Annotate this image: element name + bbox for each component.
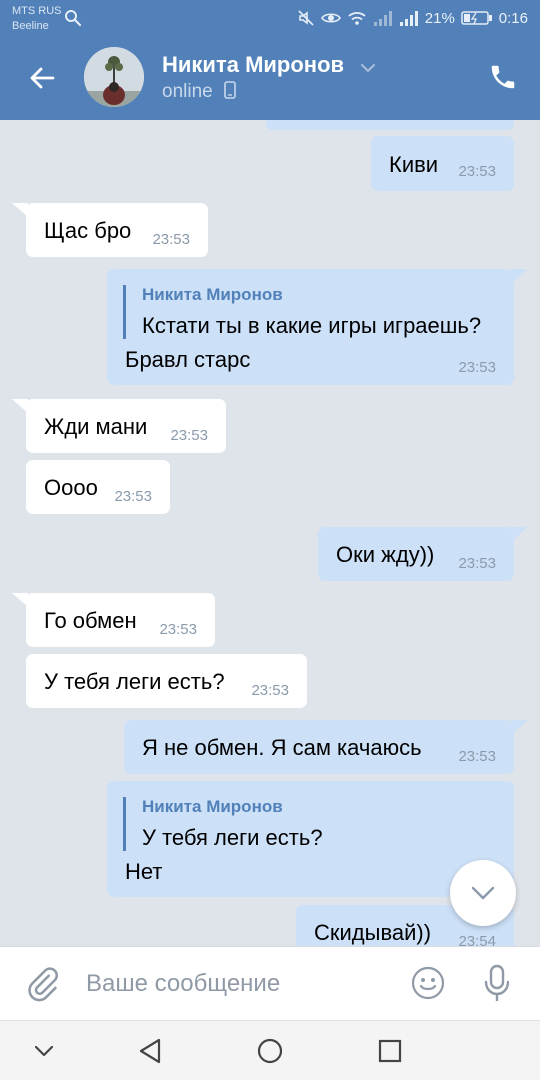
message-text: Щас бро — [44, 218, 132, 243]
chevron-down-icon[interactable] — [360, 60, 376, 78]
chat-header: Никита Миронов online — [0, 38, 540, 120]
message-time: 23:53 — [458, 359, 496, 376]
message-bubble-partial[interactable] — [266, 120, 514, 130]
message-list[interactable]: Киви 23:53 Щас бро 23:53 Никита Миронов … — [0, 120, 540, 946]
avatar[interactable] — [84, 47, 144, 107]
back-button[interactable] — [22, 58, 62, 98]
message-outgoing[interactable]: Я не обмен. Я сам качаюсь 23:53 — [124, 720, 528, 774]
signal-weak-icon — [373, 10, 393, 26]
message-text: Нет — [125, 859, 163, 884]
quote-text: У тебя леги есть? — [142, 825, 323, 850]
system-nav-bar — [0, 1020, 540, 1080]
triangle-back-icon — [139, 1038, 161, 1064]
status-bar: MTS RUS Beeline 21% 0:16 — [0, 0, 540, 38]
square-recents-icon — [378, 1039, 402, 1063]
contact-status: online — [162, 81, 236, 103]
message-time: 23:53 — [251, 682, 289, 699]
contact-status-label: online — [162, 81, 213, 102]
message-time: 23:53 — [159, 621, 197, 638]
message-text: Жди мани — [44, 414, 148, 439]
message-text: Я не обмен. Я сам качаюсь — [142, 735, 422, 760]
scroll-to-bottom-button[interactable] — [450, 860, 516, 926]
mobile-device-icon — [224, 81, 236, 99]
message-time: 23:53 — [152, 231, 190, 248]
message-outgoing[interactable]: Никита Миронов Кстати ты в какие игры иг… — [107, 269, 528, 385]
nav-home-button[interactable] — [254, 1035, 286, 1067]
circle-home-icon — [257, 1038, 283, 1064]
contact-name[interactable]: Никита Миронов — [162, 52, 344, 78]
clock-time: 0:16 — [498, 9, 528, 27]
phone-icon — [491, 65, 515, 89]
chevron-down-icon — [471, 886, 495, 900]
message-incoming[interactable]: Жди мани 23:53 — [12, 399, 226, 453]
message-incoming[interactable]: Го обмен 23:53 — [12, 593, 215, 647]
message-outgoing[interactable]: Киви 23:53 — [371, 136, 514, 191]
message-composer — [0, 946, 540, 1020]
search-icon — [64, 9, 82, 32]
message-time: 23:53 — [458, 555, 496, 572]
mute-icon — [297, 9, 315, 27]
call-button[interactable] — [488, 62, 522, 96]
microphone-icon[interactable] — [482, 963, 512, 1008]
nav-recents-button[interactable] — [374, 1035, 406, 1067]
message-outgoing[interactable]: Оки жду)) 23:53 — [318, 527, 528, 581]
emoji-icon[interactable] — [410, 965, 446, 1006]
back-arrow-icon — [30, 67, 55, 89]
message-text: У тебя леги есть? — [44, 669, 225, 694]
message-text: Киви — [389, 152, 439, 177]
message-time: 23:53 — [458, 163, 496, 180]
message-text: Оооо — [44, 475, 98, 500]
chevron-down-icon — [34, 1045, 54, 1057]
wifi-icon — [347, 10, 367, 26]
reply-quote[interactable]: Никита Миронов Кстати ты в какие игры иг… — [123, 285, 481, 339]
eye-icon — [320, 10, 341, 26]
message-input[interactable] — [86, 967, 386, 1001]
message-time: 23:53 — [458, 748, 496, 765]
nav-hide-button[interactable] — [28, 1035, 60, 1067]
message-incoming[interactable]: У тебя леги есть? 23:53 — [26, 654, 307, 708]
nav-back-button[interactable] — [134, 1035, 166, 1067]
message-text: Скидывай)) — [314, 920, 432, 945]
operator-2: Beeline — [12, 20, 49, 32]
quote-author: Никита Миронов — [142, 285, 283, 304]
battery-percent: 21% — [424, 9, 455, 27]
message-incoming[interactable]: Щас бро 23:53 — [12, 203, 208, 257]
operator-1: MTS RUS — [12, 5, 62, 17]
message-time: 23:54 — [458, 933, 496, 946]
reply-quote[interactable]: Никита Миронов У тебя леги есть? — [123, 797, 323, 851]
message-text: Оки жду)) — [336, 542, 435, 567]
message-incoming[interactable]: Оооо 23:53 — [26, 460, 170, 514]
message-time: 23:53 — [114, 488, 152, 505]
paperclip-icon[interactable] — [24, 965, 60, 1008]
battery-icon — [461, 10, 493, 26]
message-time: 23:53 — [170, 427, 208, 444]
quote-text: Кстати ты в какие игры играешь? — [142, 313, 482, 338]
quote-author: Никита Миронов — [142, 797, 283, 816]
message-text: Го обмен — [44, 608, 137, 633]
message-text: Бравл старс — [125, 347, 251, 372]
signal-strong-icon — [399, 10, 419, 26]
